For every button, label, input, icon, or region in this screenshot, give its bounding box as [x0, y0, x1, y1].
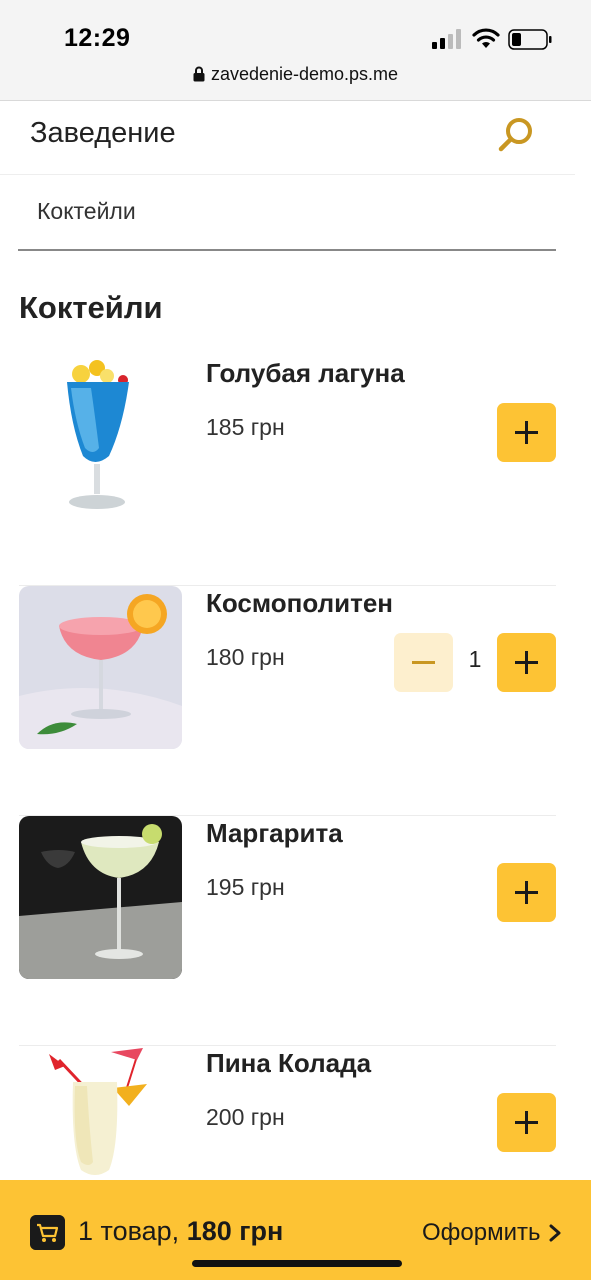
chevron-right-icon: [549, 1224, 561, 1242]
add-to-cart-button[interactable]: [497, 1093, 556, 1152]
status-time: 12:29: [64, 24, 131, 52]
product-name: Маргарита: [206, 818, 343, 848]
quantity-value: 1: [468, 646, 482, 672]
category-tabs: Коктейли: [18, 176, 556, 251]
search-icon[interactable]: [495, 113, 539, 157]
product-name: Голубая лагуна: [206, 358, 405, 388]
product-price: 200 грн: [206, 1104, 285, 1130]
product-price: 180 грн: [206, 644, 285, 670]
system-status-bar: 12:29 zavedenie-demo.ps.me: [0, 0, 591, 101]
increase-quantity-button[interactable]: [497, 633, 556, 692]
decrease-quantity-button[interactable]: [394, 633, 453, 692]
cart-total: 180 грн: [186, 1216, 284, 1246]
product-image[interactable]: [19, 816, 182, 979]
checkout-button[interactable]: Оформить: [422, 1219, 541, 1247]
tab-cocktails[interactable]: Коктейли: [37, 198, 136, 225]
url-bar[interactable]: zavedenie-demo.ps.me: [0, 64, 591, 85]
product-item[interactable]: Маргарита 195 грн: [19, 816, 556, 1046]
lock-icon: [193, 66, 205, 82]
product-price: 185 грн: [206, 414, 285, 440]
wifi-icon: [472, 28, 500, 48]
app-title: Заведение: [30, 117, 176, 149]
product-item[interactable]: Космополитен 180 грн 1: [19, 586, 556, 816]
add-to-cart-button[interactable]: [497, 863, 556, 922]
battery-icon: [508, 29, 552, 50]
product-image[interactable]: [19, 586, 182, 749]
product-item[interactable]: Голубая лагуна 185 грн: [19, 356, 556, 586]
product-name: Пина Колада: [206, 1048, 372, 1078]
add-to-cart-button[interactable]: [497, 403, 556, 462]
product-name: Космополитен: [206, 588, 393, 618]
url-text: zavedenie-demo.ps.me: [210, 64, 399, 84]
cellular-signal-icon: [432, 29, 461, 49]
app-header: Заведение: [0, 101, 575, 175]
section-title: Коктейли: [19, 290, 163, 325]
cart-item-count: 1 товар,: [78, 1216, 187, 1246]
home-indicator: [192, 1260, 402, 1267]
cart-summary: 1 товар, 180 грн: [78, 1216, 283, 1247]
product-image[interactable]: [19, 356, 182, 519]
shopping-cart-icon: [30, 1215, 65, 1250]
product-price: 195 грн: [206, 874, 285, 900]
